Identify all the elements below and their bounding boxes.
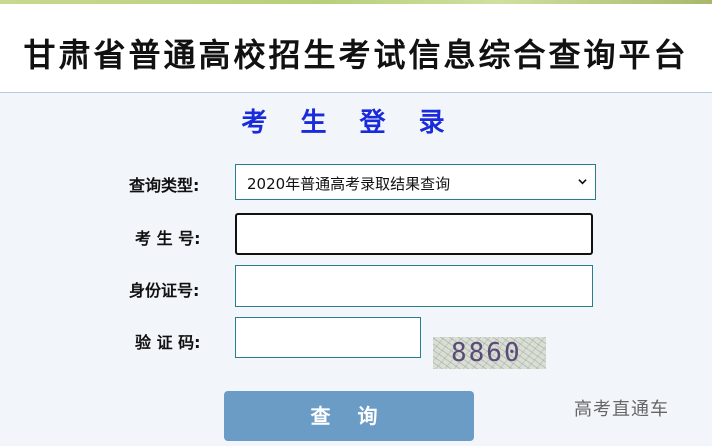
captcha-input[interactable] [235, 317, 421, 358]
header: 甘肃省普通高校招生考试信息综合查询平台 [0, 4, 712, 93]
captcha-text: 8860 [451, 338, 522, 368]
exam-no-label: 考 生 号: [135, 229, 201, 248]
watermark-text: 高考直通车 [574, 399, 669, 420]
site-title: 甘肃省普通高校招生考试信息综合查询平台 [23, 36, 689, 74]
query-type-select[interactable]: 2020年普通高考录取结果查询 [235, 164, 596, 200]
id-no-input[interactable] [235, 265, 593, 307]
captcha-image[interactable]: 8860 [433, 337, 546, 369]
captcha-label: 验 证 码: [135, 333, 201, 352]
query-type-label: 查询类型: [129, 176, 200, 195]
login-title: 考 生 登 录 [241, 108, 457, 138]
id-no-label: 身份证号: [129, 281, 200, 300]
chevron-down-icon [578, 179, 587, 185]
query-type-selected: 2020年普通高考录取结果查询 [247, 175, 451, 193]
query-button[interactable]: 查 询 [224, 391, 474, 441]
exam-no-input[interactable] [235, 213, 593, 255]
